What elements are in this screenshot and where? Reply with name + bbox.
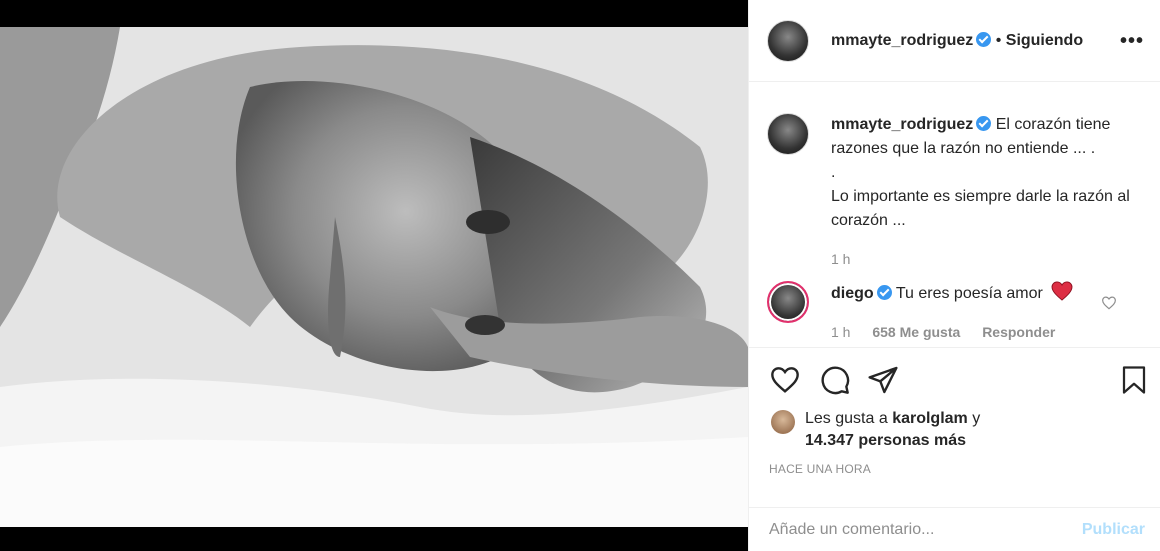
comment: diego Tu eres poesía amor 1 h 658 Me gus… [831,281,1141,344]
post-media[interactable] [0,0,748,551]
liker-avatar[interactable] [771,410,795,434]
red-heart-emoji [1051,281,1073,301]
heart-icon[interactable] [769,364,801,396]
share-icon[interactable] [867,364,899,396]
comment-author-avatar[interactable] [767,281,809,323]
comment-composer: Añade un comentario... Publicar [749,508,1160,551]
heart-icon[interactable] [1101,295,1117,311]
post-header: mmayte_rodriguez • Siguiendo ••• [749,0,1160,82]
separator-dot: • [995,31,1006,49]
caption-dot: . [831,164,836,181]
comment-meta: 1 h 658 Me gusta Responder [831,320,1141,344]
comment-row: diego Tu eres poesía amor 1 h 658 Me gus… [767,281,1143,344]
likes-summary: Les gusta a karolglam y 14.347 personas … [805,408,980,452]
more-icon[interactable]: ••• [1120,30,1144,53]
comment-text: Tu eres poesía amor [895,285,1043,302]
comment-author-username[interactable]: diego [831,285,874,302]
comment-input[interactable]: Añade un comentario... [769,521,934,539]
bookmark-icon[interactable] [1119,364,1149,396]
follow-status-button[interactable]: Siguiendo [1006,32,1083,49]
caption-meta: 1 h [831,247,1141,271]
likes-prefix: Les gusta a [805,410,888,427]
author-username[interactable]: mmayte_rodriguez [831,32,973,49]
photo-illustration [0,27,748,527]
post-timestamp[interactable]: HACE UNA HORA [769,462,1143,476]
verified-badge-icon [976,116,992,131]
reply-button[interactable]: Responder [982,324,1055,340]
comment-icon[interactable] [819,364,851,396]
post-photo[interactable] [0,27,748,527]
instagram-post-view: mmayte_rodriguez • Siguiendo ••• mmayte_… [0,0,1160,551]
comments-section: mmayte_rodriguez El corazón tiene razone… [749,83,1160,348]
caption-text-2: Lo importante es siempre darle la razón … [831,188,1130,229]
post-side-panel: mmayte_rodriguez • Siguiendo ••• mmayte_… [748,0,1160,551]
comment-time[interactable]: 1 h [831,324,850,340]
header-meta: mmayte_rodriguez • Siguiendo [831,31,1083,50]
caption-row: mmayte_rodriguez El corazón tiene razone… [767,113,1143,271]
comment-likes-count[interactable]: 658 Me gusta [872,324,960,340]
likes-row: Les gusta a karolglam y 14.347 personas … [769,408,1143,452]
actions-section: Les gusta a karolglam y 14.347 personas … [749,348,1160,508]
caption-time[interactable]: 1 h [831,251,850,267]
liker-username[interactable]: karolglam [892,410,968,427]
likes-count[interactable]: 14.347 personas más [805,432,966,449]
caption-author-username[interactable]: mmayte_rodriguez [831,116,973,133]
caption-author-avatar[interactable] [767,113,809,155]
verified-badge-icon [976,31,992,47]
author-avatar[interactable] [767,19,809,62]
publish-button[interactable]: Publicar [1082,521,1145,539]
caption: mmayte_rodriguez El corazón tiene razone… [831,113,1141,271]
likes-conj: y [972,410,981,427]
verified-badge-icon [876,285,892,300]
action-bar [769,364,1146,398]
